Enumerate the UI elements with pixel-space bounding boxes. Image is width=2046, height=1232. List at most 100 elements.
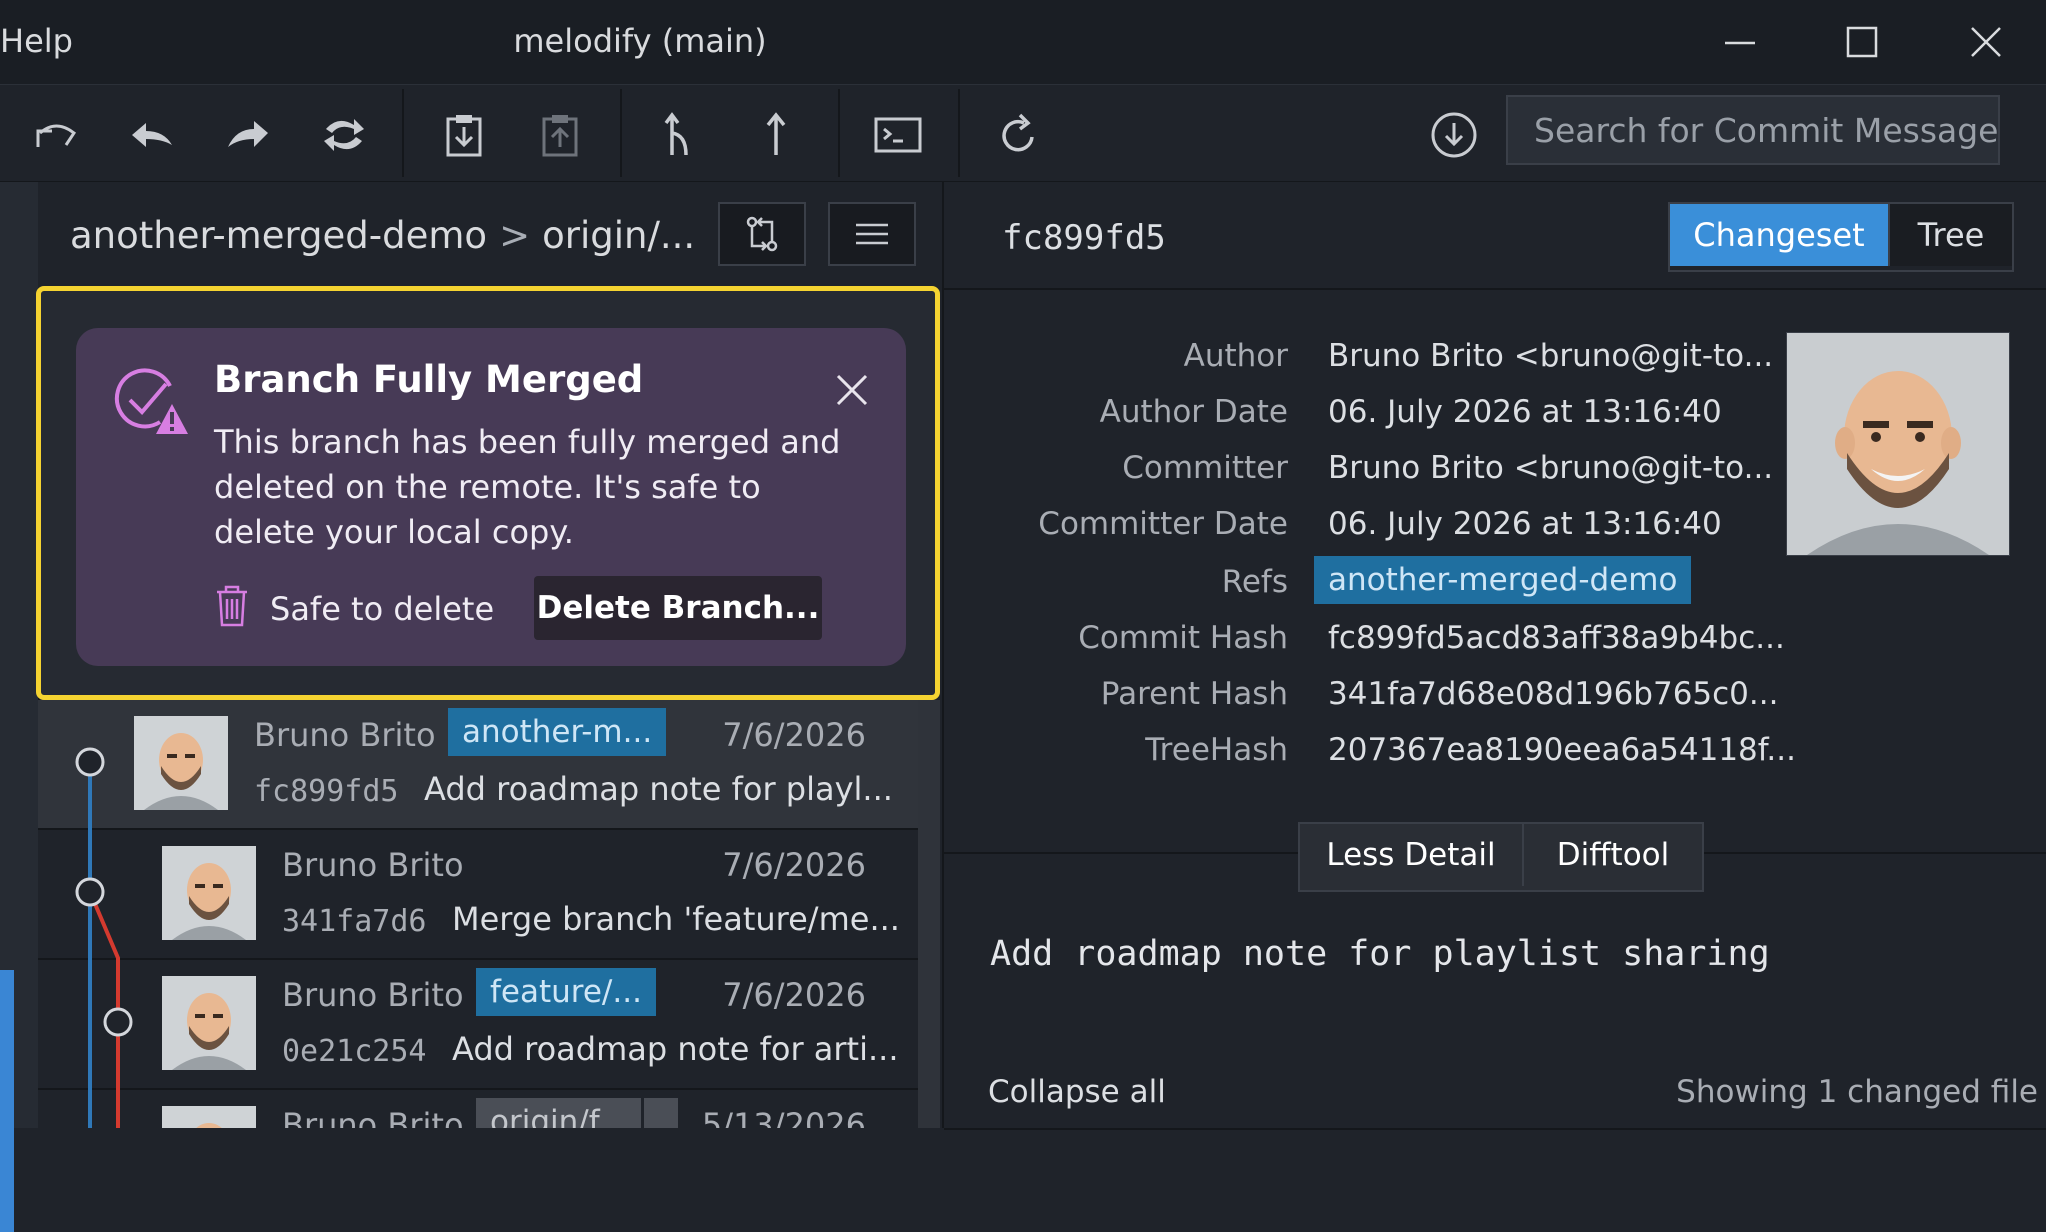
title-bar: Help melodify (main) — [0, 0, 2046, 84]
detail-actions: Less Detail Difftool — [1298, 822, 1704, 892]
arrow-forward-icon — [228, 121, 268, 147]
download-circle-icon — [1431, 112, 1477, 158]
arrow-up-icon — [766, 112, 786, 155]
sidebar-selection — [0, 970, 14, 1232]
detail-hash: fc899fd5 — [1002, 218, 1166, 258]
sync-icon — [324, 119, 364, 151]
terminal-button[interactable] — [870, 107, 926, 163]
breadcrumb-upstream[interactable]: origin/... — [542, 214, 695, 257]
search-input[interactable]: Search for Commit Message — [1506, 95, 2000, 165]
author-value: Bruno Brito <bruno@git-to... — [1328, 338, 1774, 374]
commit-row[interactable]: Bruno Brito feature/... 7/6/2026 0e21c25… — [38, 960, 918, 1090]
minimize-icon — [1725, 41, 1755, 45]
hamburger-icon — [856, 223, 888, 245]
commit-list[interactable]: Bruno Brito another-m... 7/6/2026 fc899f… — [38, 700, 918, 1128]
refresh-icon — [1002, 113, 1034, 152]
merged-check-warning-icon — [114, 368, 188, 434]
ref-badge[interactable]: feature/... — [476, 968, 656, 1016]
commit-hash-label: Commit Hash — [1078, 620, 1288, 656]
refs-label: Refs — [1221, 564, 1288, 600]
menu-button[interactable] — [828, 202, 916, 266]
branch-header: another-merged-demo > origin/... — [38, 182, 942, 288]
tab-changeset[interactable]: Changeset — [1670, 204, 1888, 266]
download-button[interactable] — [1426, 107, 1482, 163]
avatar — [134, 716, 228, 810]
compare-icon — [746, 216, 778, 252]
tree-hash-value[interactable]: 207367ea8190eea6a54118f... — [1328, 732, 1796, 768]
refresh-button[interactable] — [990, 107, 1046, 163]
sidebar-strip[interactable] — [0, 182, 40, 1232]
notification-close-button[interactable] — [828, 366, 876, 414]
commit-row[interactable]: Bruno Brito another-m... 7/6/2026 fc899f… — [38, 700, 918, 830]
branch-merged-notification: Branch Fully Merged This branch has been… — [76, 328, 906, 666]
toolbar: Search for Commit Message — [0, 84, 2046, 183]
commit-date: 5/13/2026 — [701, 1106, 866, 1128]
collapse-all-button[interactable]: Collapse all — [988, 1074, 1166, 1110]
minimize-button[interactable] — [1700, 10, 1780, 74]
forward-button[interactable] — [220, 107, 276, 163]
difftool-button[interactable]: Difftool — [1522, 824, 1702, 886]
avatar — [162, 1106, 256, 1128]
less-detail-button[interactable]: Less Detail — [1300, 824, 1522, 886]
window-title: melodify (main) — [513, 22, 767, 60]
maximize-icon — [1846, 26, 1878, 58]
commit-row[interactable]: Bruno Brito origin/f... 5/13/2026 — [38, 1090, 918, 1128]
parent-hash-value[interactable]: 341fa7d68e08d196b765c0... — [1328, 676, 1778, 712]
author-avatar — [1786, 332, 2010, 556]
commit-author: Bruno Brito — [254, 716, 436, 754]
commit-message: Add roadmap note for arti... — [452, 1030, 899, 1068]
committer-value: Bruno Brito <bruno@git-to... — [1328, 450, 1774, 486]
branch-button[interactable] — [652, 107, 708, 163]
clipboard-down-icon — [446, 115, 482, 157]
commit-date: 7/6/2026 — [722, 846, 866, 884]
refs-badge[interactable]: another-merged-demo — [1314, 556, 1692, 604]
ref-badge[interactable]: origin/f... — [476, 1098, 641, 1128]
commit-message: Merge branch 'feature/me... — [452, 900, 900, 938]
notification-body: This branch has been fully merged and de… — [214, 423, 841, 551]
maximize-button[interactable] — [1822, 10, 1902, 74]
trash-icon — [217, 585, 247, 627]
compare-button[interactable] — [718, 202, 806, 266]
commit-hash: fc899fd5 — [254, 774, 399, 809]
commit-hash: 341fa7d6 — [282, 904, 427, 939]
breadcrumb-separator: > — [499, 214, 531, 257]
close-icon — [836, 374, 868, 406]
ref-badge[interactable]: another-m... — [448, 708, 667, 756]
undo-button[interactable] — [28, 107, 84, 163]
list-scrollbar[interactable] — [918, 700, 940, 1128]
tab-tree[interactable]: Tree — [1888, 204, 2012, 266]
author-date-value: 06. July 2026 at 13:16:40 — [1328, 394, 1722, 430]
committer-label: Committer — [1122, 450, 1288, 486]
fetch-back-button[interactable] — [124, 107, 180, 163]
commit-hash-value[interactable]: fc899fd5acd83aff38a9b4bc... — [1328, 620, 1785, 656]
push-button[interactable] — [748, 107, 804, 163]
changed-files-count: Showing 1 changed file — [1676, 1074, 2038, 1110]
committer-date-value: 06. July 2026 at 13:16:40 — [1328, 506, 1722, 542]
avatar — [162, 976, 256, 1070]
stash-button[interactable] — [436, 107, 492, 163]
author-date-label: Author Date — [1099, 394, 1288, 430]
terminal-icon — [874, 117, 922, 153]
breadcrumb-branch[interactable]: another-merged-demo — [70, 214, 487, 257]
branch-icon — [664, 112, 688, 156]
delete-branch-button[interactable]: Delete Branch... — [534, 576, 822, 640]
commit-hash: 0e21c254 — [282, 1034, 427, 1069]
close-icon — [1971, 27, 2001, 57]
commit-date: 7/6/2026 — [722, 976, 866, 1014]
changed-files-bar: Collapse all Showing 1 changed file — [944, 1040, 2046, 1130]
pop-stash-button[interactable] — [532, 107, 588, 163]
committer-date-label: Committer Date — [1038, 506, 1288, 542]
author-label: Author — [1183, 338, 1288, 374]
ref-badge-extra[interactable] — [644, 1098, 678, 1128]
commit-row[interactable]: Bruno Brito 7/6/2026 341fa7d6 Merge bran… — [38, 830, 918, 960]
close-window-button[interactable] — [1946, 10, 2026, 74]
commit-detail-pane: fc899fd5 Changeset Tree Author Bruno Bri… — [942, 182, 2046, 1130]
sync-button[interactable] — [316, 107, 372, 163]
commit-author: Bruno Brito — [282, 846, 464, 884]
parent-hash-label: Parent Hash — [1100, 676, 1288, 712]
tree-hash-label: TreeHash — [1145, 732, 1288, 768]
commit-author: Bruno Brito — [282, 976, 464, 1014]
safe-to-delete-label: Safe to delete — [270, 590, 495, 628]
arrow-back-icon — [132, 123, 172, 147]
detail-header: fc899fd5 Changeset Tree — [944, 182, 2046, 290]
